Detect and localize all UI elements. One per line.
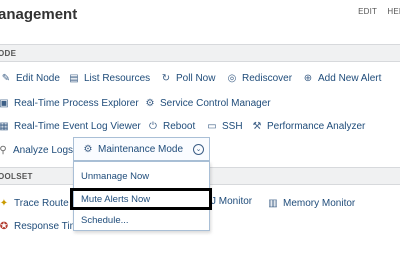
realtime-event-log-viewer-label: Real-Time Event Log Viewer [14, 120, 141, 132]
node-actions-row-1: ✎ Edit Node ▤ List Resources ↻ Poll Now … [0, 70, 400, 86]
menu-item-schedule[interactable]: Schedule... [81, 215, 129, 226]
memory-monitor-link[interactable]: ▥ Memory Monitor [267, 195, 355, 211]
cpu-monitor-link[interactable]: J Monitor [211, 196, 252, 207]
node-actions-row-3: ▦ Real-Time Event Log Viewer ⏻ Reboot ▭ … [0, 118, 400, 134]
maintenance-mode-button[interactable]: ⚙ Maintenance Mode ⌄ [73, 137, 210, 161]
node-section-label: ODE [0, 49, 17, 58]
ssh-link[interactable]: ▭ SSH [206, 118, 243, 134]
realtime-process-explorer-link[interactable]: ▣ Real-Time Process Explorer [0, 95, 139, 111]
list-resources-label: List Resources [84, 72, 151, 84]
node-management-panel: anagement EDIT HELI ODE ✎ Edit Node ▤ Li… [0, 0, 400, 272]
plus-circle-icon: ⊕ [303, 72, 313, 84]
ssh-label: SSH [222, 120, 243, 132]
help-link[interactable]: HELI [387, 7, 400, 16]
realtime-event-log-viewer-link[interactable]: ▦ Real-Time Event Log Viewer [0, 118, 141, 134]
rediscover-link[interactable]: ◎ Rediscover [226, 70, 292, 86]
gear-icon: ⚙ [145, 97, 155, 109]
menu-item-mute-alerts-now[interactable]: Mute Alerts Now [81, 194, 150, 205]
magnifier-icon: ⚲ [0, 144, 7, 156]
analyze-logs-label: Analyze Logs [13, 144, 74, 156]
rediscover-icon: ◎ [227, 72, 237, 84]
chevron-down-icon: ⌄ [193, 144, 204, 155]
rediscover-label: Rediscover [242, 72, 293, 84]
edit-node-label: Edit Node [16, 72, 60, 84]
add-new-alert-link[interactable]: ⊕ Add New Alert [302, 70, 382, 86]
poll-now-label: Poll Now [176, 72, 216, 84]
memory-monitor-label: Memory Monitor [283, 197, 356, 209]
menu-item-unmanage-now[interactable]: Unmanage Now [81, 171, 149, 182]
maintenance-mode-menu: Unmanage Now Mute Alerts Now Schedule... [73, 161, 210, 231]
wrench-icon: ⚙ [83, 143, 93, 155]
response-time-link[interactable]: ✪ Response Tim [0, 218, 78, 234]
service-control-manager-link[interactable]: ⚙ Service Control Manager [144, 95, 271, 111]
trace-route-label: Trace Route [14, 197, 69, 209]
terminal-icon: ▭ [207, 120, 217, 132]
node-section-header: ODE [0, 44, 400, 62]
performance-analyzer-icon: ⚒ [252, 120, 262, 132]
pencil-icon: ✎ [1, 72, 11, 84]
panel-title: anagement [0, 6, 78, 23]
list-icon: ▤ [69, 72, 79, 84]
node-actions-row-2: ▣ Real-Time Process Explorer ⚙ Service C… [0, 95, 400, 111]
panel-header: anagement EDIT HELI [0, 0, 400, 36]
poll-now-link[interactable]: ↻ Poll Now [160, 70, 216, 86]
trace-route-link[interactable]: ✦ Trace Route [0, 195, 69, 211]
refresh-icon: ↻ [161, 72, 171, 84]
event-log-icon: ▦ [0, 120, 9, 132]
reboot-label: Reboot [163, 120, 196, 132]
power-icon: ⏻ [149, 120, 157, 132]
analyze-logs-link[interactable]: ⚲ Analyze Logs [0, 142, 73, 158]
header-links: EDIT HELI [350, 7, 400, 16]
performance-analyzer-label: Performance Analyzer [267, 120, 366, 132]
edit-node-link[interactable]: ✎ Edit Node [0, 70, 60, 86]
add-new-alert-label: Add New Alert [318, 72, 382, 84]
service-control-manager-label: Service Control Manager [160, 97, 271, 109]
list-resources-link[interactable]: ▤ List Resources [68, 70, 150, 86]
reboot-link[interactable]: ⏻ Reboot [147, 118, 195, 134]
toolset-section-label: OOLSET [0, 172, 33, 181]
edit-link[interactable]: EDIT [358, 7, 377, 16]
memory-icon: ▥ [268, 197, 278, 209]
maintenance-mode-label: Maintenance Mode [98, 143, 184, 155]
response-time-label: Response Tim [14, 220, 78, 232]
realtime-process-explorer-label: Real-Time Process Explorer [14, 97, 139, 109]
performance-analyzer-link[interactable]: ⚒ Performance Analyzer [251, 118, 366, 134]
process-explorer-icon: ▣ [0, 97, 9, 109]
response-time-icon: ✪ [0, 220, 9, 232]
trace-route-icon: ✦ [0, 197, 9, 209]
